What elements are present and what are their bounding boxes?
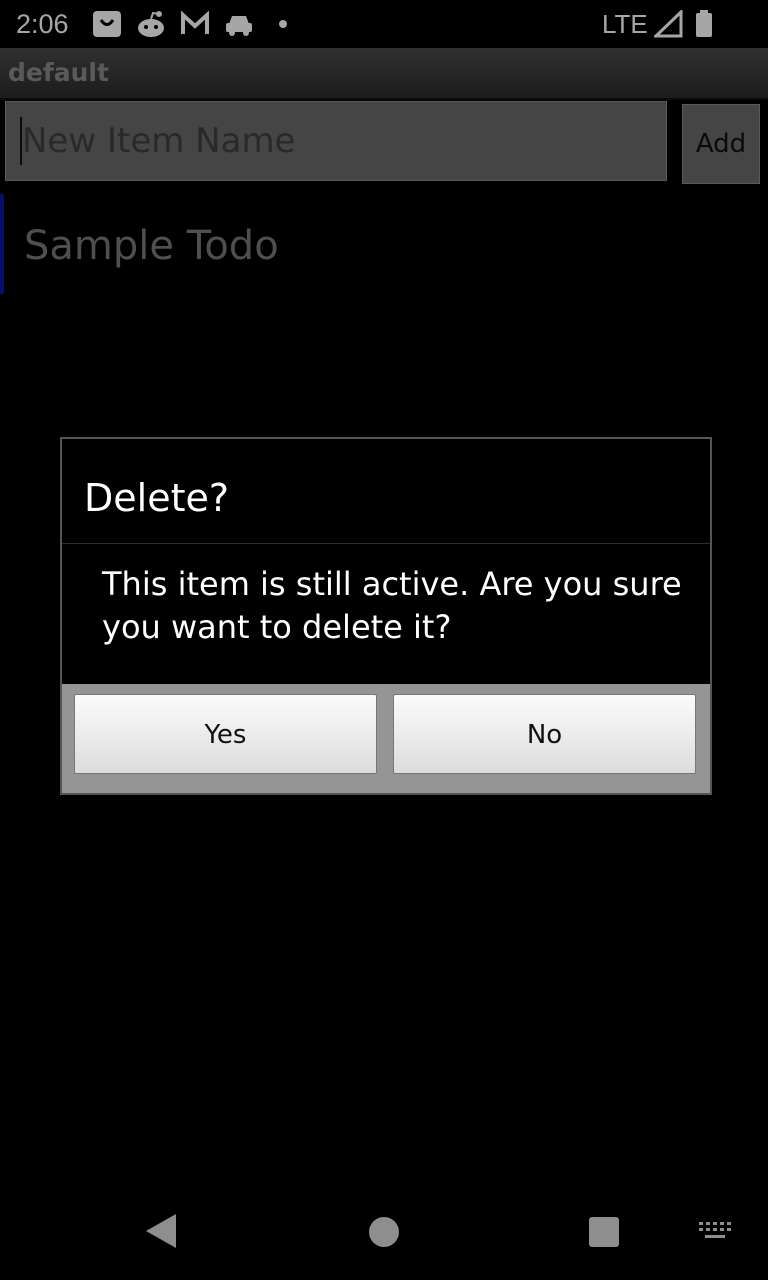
home-icon[interactable] bbox=[369, 1217, 399, 1247]
navigation-bar bbox=[0, 1184, 768, 1280]
back-icon[interactable] bbox=[146, 1214, 176, 1248]
delete-confirm-dialog: Delete? This item is still active. Are y… bbox=[60, 437, 712, 795]
dialog-title: Delete? bbox=[84, 476, 230, 520]
recent-apps-icon[interactable] bbox=[589, 1217, 619, 1247]
yes-button[interactable]: Yes bbox=[74, 694, 377, 774]
dialog-divider bbox=[62, 543, 710, 544]
screen: 2:06 LTE default New Item Name Add Sampl… bbox=[0, 0, 768, 1280]
dialog-button-bar: Yes No bbox=[62, 684, 710, 793]
no-button[interactable]: No bbox=[393, 694, 696, 774]
keyboard-icon[interactable] bbox=[697, 1220, 733, 1242]
dialog-message: This item is still active. Are you sure … bbox=[102, 565, 682, 646]
